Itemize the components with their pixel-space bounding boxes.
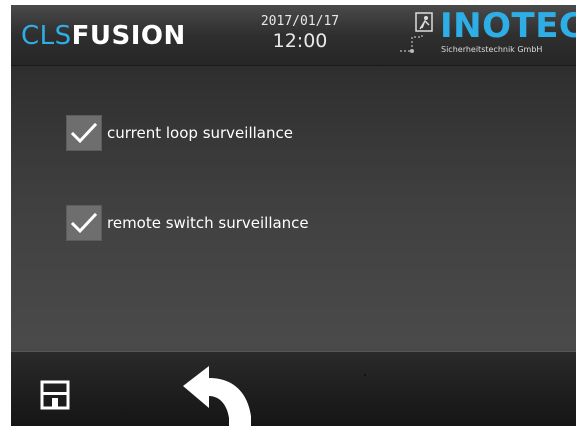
header-bar: CLSFUSION 2017/01/17 12:00 INOTEC Sicher… <box>11 5 576 66</box>
option-current-loop[interactable]: current loop surveillance <box>66 113 293 153</box>
screen: CLSFUSION 2017/01/17 12:00 INOTEC Sicher… <box>11 5 576 426</box>
remote-switch-label: remote switch surveillance <box>107 214 309 232</box>
date-text: 2017/01/17 <box>260 14 340 29</box>
current-loop-label: current loop surveillance <box>107 124 293 142</box>
screen-speck <box>364 374 366 376</box>
brand-part1: CLS <box>21 21 72 51</box>
datetime-display: 2017/01/17 12:00 <box>235 15 365 53</box>
inotec-logo-text: INOTEC <box>440 6 576 46</box>
brand-logo: CLSFUSION <box>21 21 186 51</box>
current-loop-checkbox[interactable] <box>66 115 102 151</box>
back-arrow-icon[interactable] <box>181 364 259 426</box>
checkmark-icon <box>70 122 98 144</box>
bottom-toolbar <box>11 351 576 426</box>
remote-switch-checkbox[interactable] <box>66 205 102 241</box>
checkmark-icon <box>70 212 98 234</box>
save-icon[interactable] <box>40 380 70 410</box>
emergency-exit-icon <box>400 12 433 53</box>
inotec-logo-subtitle: Sicherheitstechnik GmbH <box>441 45 543 54</box>
brand-part2: FUSION <box>71 21 186 51</box>
time-text: 12:00 <box>272 30 328 52</box>
option-remote-switch[interactable]: remote switch surveillance <box>66 203 309 243</box>
